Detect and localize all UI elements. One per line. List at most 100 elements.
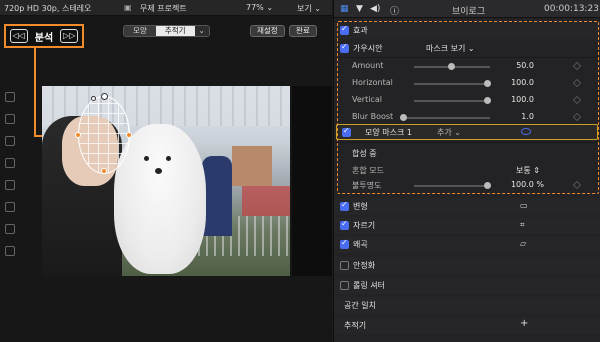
callout-line — [34, 48, 36, 136]
slider-knob[interactable] — [484, 182, 491, 189]
video-inspector-icon[interactable]: ▦ — [340, 4, 349, 14]
effects-checkbox[interactable] — [340, 24, 349, 35]
shape-mask-row[interactable]: 모양 마스크 1 추가 ⌄ — [336, 124, 598, 140]
film-hole — [5, 180, 15, 190]
color-inspector-icon[interactable]: ▼ — [356, 4, 363, 14]
stabilization-checkbox[interactable] — [340, 261, 349, 270]
section-transform[interactable]: 변형 ▭ — [334, 198, 600, 215]
dog-nose — [155, 168, 162, 174]
mask-view-menu[interactable]: 마스크 보기 ⌄ — [426, 43, 475, 54]
vertical-slider[interactable] — [414, 97, 491, 104]
param-value[interactable]: 100.0 — [494, 78, 534, 87]
crop-checkbox[interactable] — [340, 219, 349, 230]
shape-mask-add-menu[interactable]: 추가 ⌄ — [437, 127, 461, 138]
film-hole — [5, 246, 15, 256]
param-value[interactable]: 50.0 — [494, 61, 534, 70]
blend-mode-menu[interactable]: 보통 ⇕ — [516, 165, 540, 176]
param-label: Blur Boost — [352, 112, 394, 121]
keyframe-icon[interactable] — [572, 180, 582, 190]
opacity-slider[interactable] — [414, 182, 491, 189]
slider-knob[interactable] — [484, 80, 491, 87]
keyframe-icon[interactable] — [572, 61, 582, 71]
amount-slider[interactable] — [414, 63, 490, 70]
rolling-shutter-checkbox[interactable] — [340, 281, 349, 290]
section-rolling-shutter[interactable]: 롤링 셔터 — [334, 277, 600, 294]
mask-handle[interactable] — [101, 93, 108, 100]
analyze-forward-button[interactable]: ▷▷ — [60, 29, 79, 43]
zoom-value: 77% — [246, 3, 264, 12]
blur-boost-slider[interactable] — [400, 114, 490, 121]
analyze-backward-button[interactable]: ◁◁ — [9, 29, 28, 43]
composite-label: 합성 중 — [352, 149, 377, 158]
format-label: 720p HD 30p, 스테레오 — [4, 4, 92, 13]
section-label: 자르기 — [353, 221, 376, 230]
slider-knob[interactable] — [448, 63, 455, 70]
section-spatial-conform[interactable]: 공간 일치 — [334, 297, 600, 314]
segment-shape[interactable]: 모양 — [124, 26, 156, 36]
slider-knob[interactable] — [484, 97, 491, 104]
segment-dropdown-icon[interactable]: ⌄ — [194, 26, 209, 36]
segment-tracker[interactable]: 추적기 — [155, 26, 195, 36]
opacity-label: 불투명도 — [352, 181, 382, 190]
effects-section-header[interactable]: 효과 — [334, 22, 600, 39]
keyframe-icon[interactable] — [572, 95, 582, 105]
gaussian-effect-row: 가우시안 마스크 보기 ⌄ — [334, 40, 600, 57]
section-crop[interactable]: 자르기 ⌗ — [334, 217, 600, 234]
distort-checkbox[interactable] — [340, 238, 349, 249]
opacity-row: 불투명도 100.0 % — [334, 177, 600, 194]
mask-handle[interactable] — [126, 132, 132, 138]
view-menu[interactable]: 보기 ⌄ — [297, 3, 321, 14]
viewer-toolbar: 720p HD 30p, 스테레오 ▣ 무제 프로젝트 77% ⌄ 보기 ⌄ — [0, 0, 332, 16]
distort-icon[interactable]: ▱ — [520, 239, 526, 248]
blend-mode-label: 혼합 모드 — [352, 166, 384, 175]
ellipse-mask-icon[interactable] — [521, 128, 531, 135]
param-label: Vertical — [352, 95, 382, 104]
param-value[interactable]: 100.0 — [494, 95, 534, 104]
analyze-control: ◁◁ 분석 ▷▷ — [4, 24, 84, 48]
slider-knob[interactable] — [400, 114, 407, 121]
analyze-button[interactable]: 분석 — [31, 29, 57, 44]
horizontal-slider[interactable] — [414, 80, 491, 87]
reset-button[interactable]: 재설정 — [250, 25, 285, 37]
keyframe-icon[interactable] — [572, 112, 582, 122]
opacity-value[interactable]: 100.0 % — [494, 180, 544, 189]
transform-checkbox[interactable] — [340, 200, 349, 211]
param-label: Horizontal — [352, 78, 393, 87]
mask-handle[interactable] — [75, 132, 81, 138]
add-tracker-button[interactable]: + — [520, 318, 528, 329]
inspector: ▦ ▼ ◀) ⓘ 브이로그 00:00:13:23 효과 가우시안 마스크 보기… — [333, 0, 600, 342]
shape-mask-overlay[interactable] — [75, 93, 132, 174]
info-icon[interactable]: ⓘ — [390, 4, 399, 17]
shape-mask-checkbox[interactable] — [342, 126, 351, 137]
crop-icon[interactable]: ⌗ — [520, 220, 525, 230]
section-stabilization[interactable]: 안정화 — [334, 257, 600, 274]
mask-mode-segmented[interactable]: 모양 추적기 ⌄ — [123, 25, 210, 37]
section-label: 공간 일치 — [344, 301, 376, 310]
filmstrip-left — [0, 86, 20, 276]
audio-inspector-icon[interactable]: ◀) — [370, 4, 380, 14]
section-tracker[interactable]: 추적기 + — [334, 317, 600, 334]
transform-icon[interactable]: ▭ — [520, 201, 528, 210]
keyframe-icon[interactable] — [572, 78, 582, 88]
mask-handle[interactable] — [101, 168, 107, 174]
param-value[interactable]: 1.0 — [494, 112, 534, 121]
section-label: 롤링 셔터 — [353, 281, 385, 290]
gaussian-checkbox[interactable] — [340, 42, 349, 53]
film-hole — [5, 224, 15, 234]
blend-mode-value: 보통 — [516, 166, 531, 175]
zoom-menu[interactable]: 77% ⌄ — [246, 3, 273, 12]
section-label: 왜곡 — [353, 240, 368, 249]
mask-roundness-handle[interactable] — [91, 96, 96, 101]
viewer: 720p HD 30p, 스테레오 ▣ 무제 프로젝트 77% ⌄ 보기 ⌄ 모… — [0, 0, 332, 342]
gaussian-label: 가우시안 — [353, 44, 383, 53]
mask-view-label: 마스크 보기 — [426, 44, 466, 53]
film-hole — [5, 114, 15, 124]
param-row-vertical: Vertical 100.0 — [334, 92, 600, 109]
composite-header: 합성 중 — [334, 145, 600, 162]
film-hole — [5, 92, 15, 102]
done-button[interactable]: 완료 — [289, 25, 317, 37]
section-distort[interactable]: 왜곡 ▱ — [334, 236, 600, 253]
dog-eye — [144, 156, 149, 161]
project-title: 무제 프로젝트 — [140, 4, 187, 13]
video-frame[interactable] — [42, 86, 290, 276]
